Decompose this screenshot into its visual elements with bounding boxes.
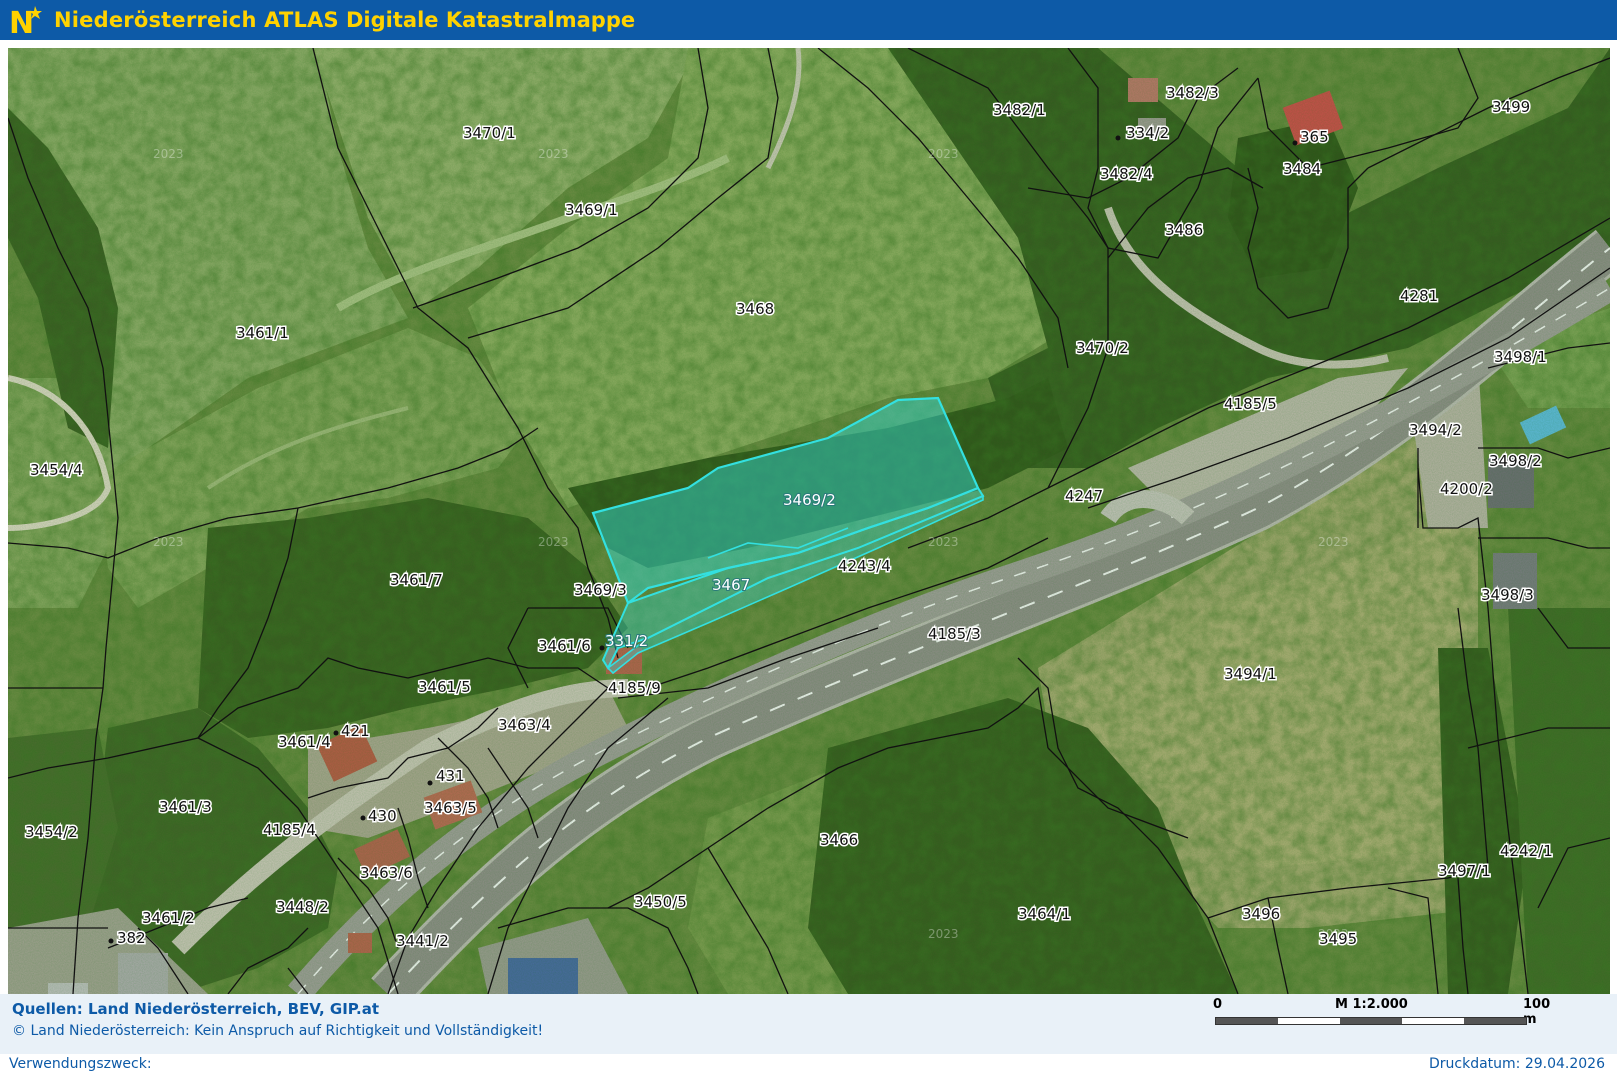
- svg-text:2023: 2023: [1318, 535, 1349, 549]
- scale-bar-graphic: [1215, 1017, 1527, 1025]
- scale-bar: 0 M 1:2.000 100 m: [1210, 996, 1550, 1030]
- parcel-label: 3482/4: [1100, 165, 1153, 183]
- parcel-label: 421: [341, 722, 370, 740]
- map-type-title: Digitale Katastralmappe: [346, 8, 636, 32]
- parcel-label: 3486: [1165, 221, 1203, 239]
- parcel-label: 3454/4: [30, 461, 83, 479]
- parcel-label: 3498/3: [1481, 586, 1534, 604]
- parcel-label: 3448/2: [276, 898, 329, 916]
- parcel-label: 3461/7: [390, 571, 443, 589]
- svg-text:2023: 2023: [928, 535, 959, 549]
- parcel-label: 365: [1300, 128, 1329, 146]
- noe-logo-icon: N: [9, 6, 42, 38]
- sources-text: Quellen: Land Niederösterreich, BEV, GIP…: [12, 1000, 380, 1018]
- parcel-label: 3498/1: [1494, 348, 1547, 366]
- parcel-label: 3463/5: [424, 799, 477, 817]
- parcel-label: 4185/4: [263, 821, 316, 839]
- cadastral-map[interactable]: 2023 2023 2023 2023 2023 2023 2023 2023 …: [8, 48, 1610, 994]
- parcel-label: 430: [368, 807, 397, 825]
- parcel-label: 4185/5: [1224, 395, 1277, 413]
- parcel-label: 4242/1: [1500, 842, 1553, 860]
- parcel-label: 4185/9: [608, 679, 661, 697]
- parcel-label: 431: [436, 767, 465, 785]
- parcel-label: 3495: [1319, 930, 1357, 948]
- parcel-label: 3499: [1492, 98, 1530, 116]
- map-svg[interactable]: 2023 2023 2023 2023 2023 2023 2023 2023 …: [8, 48, 1610, 994]
- parcel-label: 3461/3: [159, 798, 212, 816]
- parcel-label: 3464/1: [1018, 905, 1071, 923]
- parcel-label: 4200/2: [1440, 480, 1493, 498]
- parcel-label: 3470/1: [463, 124, 516, 142]
- purpose-label: Verwendungszweck:: [9, 1056, 152, 1072]
- parcel-label: 3482/3: [1166, 84, 1219, 102]
- parcel-label: 4185/3: [928, 625, 981, 643]
- parcel-label: 3498/2: [1489, 452, 1542, 470]
- svg-text:2023: 2023: [538, 147, 569, 161]
- svg-text:2023: 2023: [153, 535, 184, 549]
- parcel-label: 3468: [736, 300, 774, 318]
- parcel-label: 3482/1: [993, 101, 1046, 119]
- parcel-label: 3494/1: [1224, 665, 1277, 683]
- svg-text:2023: 2023: [928, 147, 959, 161]
- svg-text:2023: 2023: [928, 927, 959, 941]
- scale-start-label: 0: [1213, 997, 1223, 1012]
- parcel-label: 3494/2: [1409, 421, 1462, 439]
- parcel-label: 3467: [712, 576, 750, 594]
- parcel-label: 382: [117, 929, 146, 947]
- svg-text:N: N: [9, 6, 34, 38]
- parcel-label: 334/2: [1126, 124, 1169, 142]
- parcel-label: 3469/3: [574, 581, 627, 599]
- parcel-label: 3469/1: [565, 201, 618, 219]
- parcel-label: 3461/4: [278, 733, 331, 751]
- parcel-label: 3454/2: [25, 823, 78, 841]
- parcel-label: 3470/2: [1076, 339, 1129, 357]
- parcel-label: 3461/1: [236, 324, 289, 342]
- svg-text:2023: 2023: [538, 535, 569, 549]
- scale-end-label: 100 m: [1523, 997, 1551, 1027]
- parcel-label: 3484: [1283, 160, 1321, 178]
- selected-parcel-label: 3469/2: [783, 491, 836, 509]
- parcel-label: 4247: [1065, 487, 1103, 505]
- parcel-label: 4281: [1400, 287, 1438, 305]
- parcel-label: 3461/2: [142, 909, 195, 927]
- parcel-label: 3497/1: [1438, 862, 1491, 880]
- parcel-label: 3441/2: [396, 932, 449, 950]
- parcel-label: 331/2: [605, 632, 648, 650]
- parcel-label: 3466: [820, 831, 858, 849]
- print-info-bar: [0, 1054, 1617, 1080]
- parcel-label: 3496: [1242, 905, 1280, 923]
- print-date: Druckdatum: 29.04.2026: [1428, 1056, 1605, 1072]
- parcel-label: 3461/5: [418, 678, 471, 696]
- scale-ratio-label: M 1:2.000: [1335, 997, 1408, 1012]
- app-header: N Niederösterreich ATLAS Digitale Katast…: [0, 0, 1617, 40]
- parcel-label: 4243/4: [838, 557, 891, 575]
- parcel-label: 3450/5: [634, 893, 687, 911]
- app-title: Niederösterreich ATLAS: [54, 8, 339, 32]
- svg-text:2023: 2023: [153, 147, 184, 161]
- copyright-text: © Land Niederösterreich: Kein Anspruch a…: [12, 1023, 544, 1039]
- parcel-label: 3463/4: [498, 716, 551, 734]
- parcel-label: 3461/6: [538, 637, 591, 655]
- parcel-label: 3463/6: [360, 864, 413, 882]
